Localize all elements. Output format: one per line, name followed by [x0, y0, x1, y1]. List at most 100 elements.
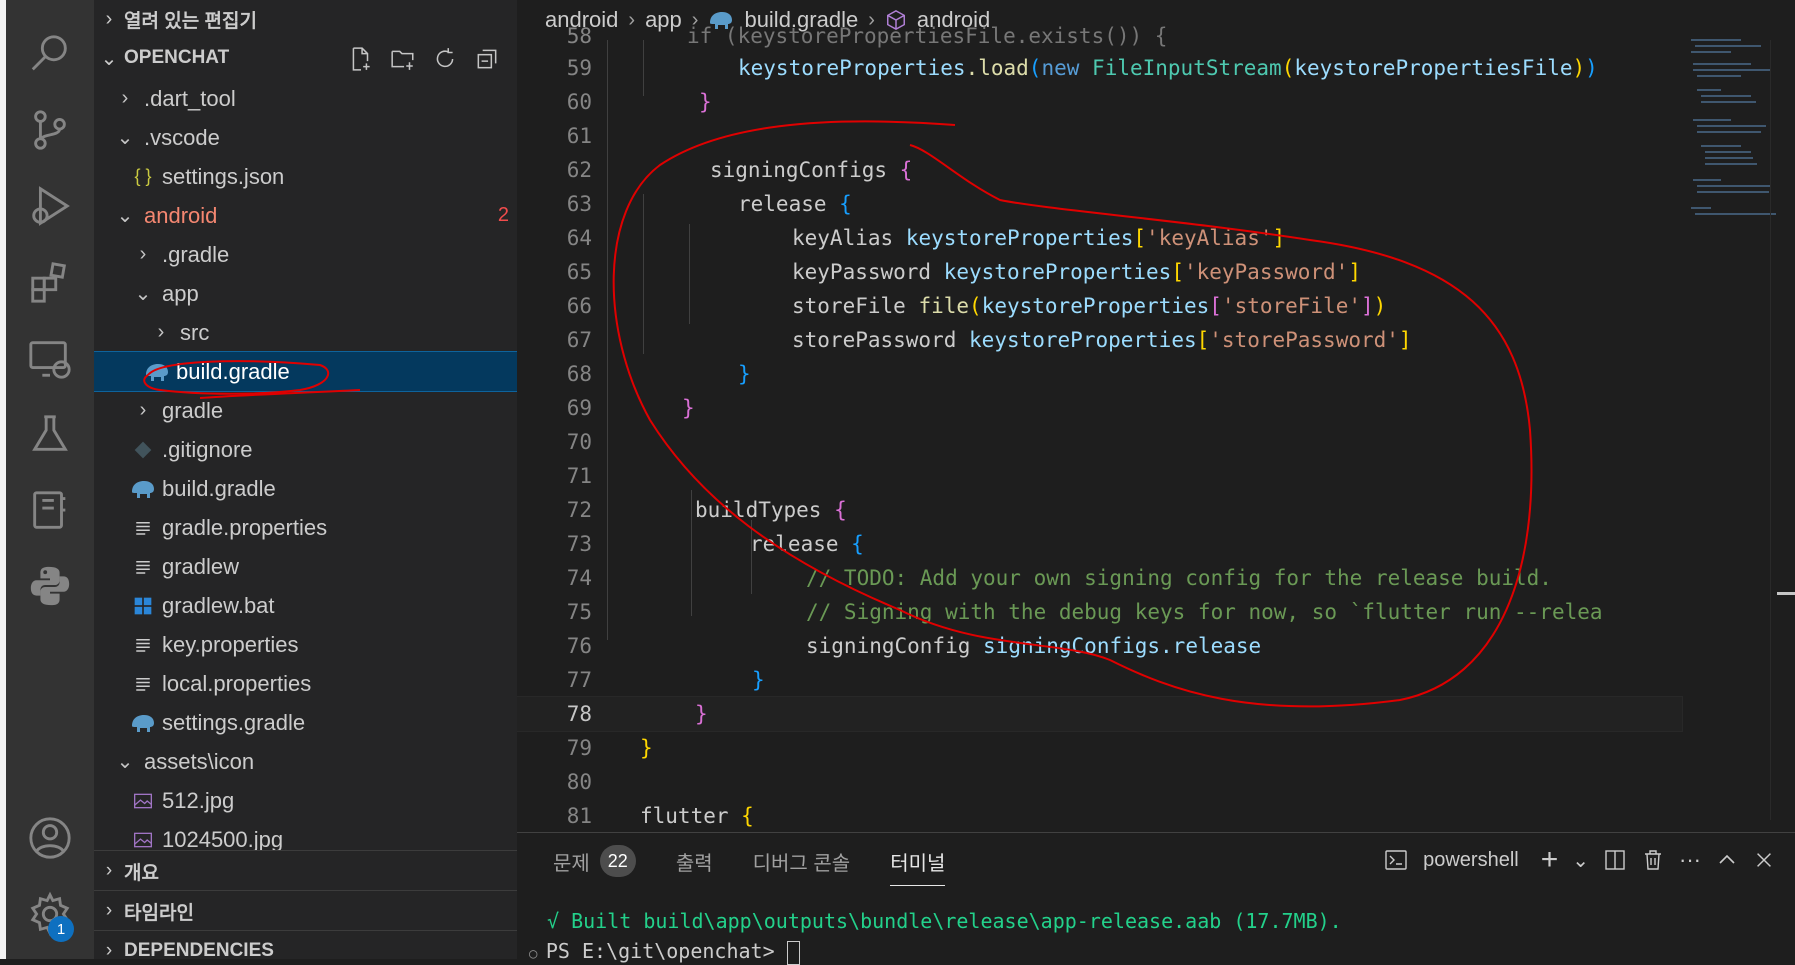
code-text: if (keystorePropertiesFile.exists()) {	[687, 24, 1168, 48]
tree-item[interactable]: build.gradle	[94, 351, 517, 392]
tab-problems[interactable]: 문제 22	[553, 845, 636, 877]
tree-item-label: build.gradle	[162, 475, 276, 501]
close-panel-icon[interactable]	[1753, 849, 1775, 871]
chevron-right-icon: ›	[105, 7, 113, 30]
tree-item[interactable]: ⌄ android 2	[94, 196, 517, 235]
tab-debug-console[interactable]: 디버그 콘솔	[753, 847, 851, 876]
tree-item[interactable]: gradlew.bat	[94, 586, 517, 625]
python-icon[interactable]	[20, 556, 80, 616]
tree-item[interactable]: key.properties	[94, 625, 517, 664]
vertical-scrollbar[interactable]	[1770, 40, 1795, 820]
tree-item[interactable]: 512.jpg	[94, 781, 517, 820]
tree-item-label: local.properties	[162, 670, 312, 696]
chevron-down-icon: ⌄	[100, 47, 118, 70]
text-file-icon	[130, 671, 156, 697]
tree-item[interactable]: gradlew	[94, 547, 517, 586]
line-number: 58	[566, 24, 592, 48]
shell-selector[interactable]: powershell	[1423, 849, 1519, 872]
chevron-down-icon[interactable]: ⌄	[1572, 848, 1589, 873]
line-number: 62	[566, 158, 592, 182]
settings-gear-icon[interactable]: 1	[20, 884, 80, 944]
chevron-right-icon: ›	[121, 87, 129, 109]
tree-item-label: assets\icon	[144, 748, 255, 774]
line-number: 74	[566, 566, 592, 590]
tree-item[interactable]: build.gradle	[94, 469, 517, 508]
tree-item[interactable]: ⌄ app	[94, 274, 517, 313]
testing-flask-icon[interactable]	[20, 404, 80, 464]
more-actions-icon[interactable]: ···	[1679, 847, 1701, 873]
git-diamond-icon	[130, 437, 156, 463]
line-number: 72	[566, 498, 592, 522]
token: 'keyPassword'	[1183, 260, 1349, 284]
notebook-icon[interactable]	[20, 480, 80, 540]
tab-terminal-label: 터미널	[890, 852, 946, 875]
line-number: 63	[566, 192, 592, 216]
json-braces-icon: { }	[134, 166, 152, 186]
tab-output[interactable]: 출력	[676, 847, 713, 876]
search-icon[interactable]	[20, 24, 80, 84]
extensions-icon[interactable]	[20, 252, 80, 312]
plus-icon[interactable]: +	[1541, 843, 1559, 877]
tree-item-label: settings.json	[162, 163, 285, 189]
collapse-all-icon[interactable]	[471, 45, 503, 73]
tree-item[interactable]: › .dart_tool	[94, 79, 517, 118]
prompt-dot-icon: ○	[529, 946, 546, 962]
run-debug-icon[interactable]	[20, 176, 80, 236]
tree-item[interactable]: ⌄ .vscode	[94, 118, 517, 157]
code-line: 81 flutter {	[517, 799, 1682, 832]
maximize-panel-icon[interactable]	[1715, 848, 1739, 872]
token: FileInputStream	[1092, 56, 1282, 80]
chevron-right-icon: ›	[157, 321, 165, 343]
open-editors-header[interactable]: › 열려 있는 편집기	[94, 0, 517, 38]
tree-item[interactable]: local.properties	[94, 664, 517, 703]
tree-item[interactable]: ⌄ assets\icon	[94, 742, 517, 781]
code-line: 77}	[517, 663, 1682, 697]
new-folder-icon[interactable]	[387, 45, 419, 73]
code-editor[interactable]: android › app › build.gradle › android 5…	[517, 0, 1795, 832]
tree-item[interactable]: › gradle	[94, 391, 517, 430]
tree-item[interactable]: › .gradle	[94, 235, 517, 274]
code-line: 58 if (keystorePropertiesFile.exists()) {	[517, 19, 1682, 53]
chevron-down-icon: ⌄	[116, 751, 134, 773]
terminal-prompt-line[interactable]: ○ PS E:\git\openchat>	[529, 939, 800, 965]
code-line: 72 buildTypes {	[517, 493, 1682, 527]
accounts-icon[interactable]	[20, 808, 80, 868]
line-number: 65	[566, 260, 592, 284]
tree-item[interactable]: gradle.properties	[94, 508, 517, 547]
refresh-icon[interactable]	[429, 45, 461, 73]
new-file-icon[interactable]	[345, 45, 377, 73]
split-terminal-icon[interactable]	[1603, 848, 1627, 872]
tree-item[interactable]: .gitignore	[94, 430, 517, 469]
tree-item-label: .dart_tool	[144, 85, 236, 111]
line-number: 70	[566, 430, 592, 454]
source-control-icon[interactable]	[20, 100, 80, 160]
trash-icon[interactable]	[1641, 848, 1665, 872]
current-code-line: 78}	[517, 696, 1683, 732]
tree-item[interactable]: › src	[94, 313, 517, 352]
code-text: keystoreProperties.load(new FileInputStr…	[738, 56, 1598, 80]
dependencies-section-header[interactable]: › DEPENDENCIES	[94, 930, 517, 959]
chevron-down-icon: ⌄	[116, 127, 134, 149]
token: release	[738, 192, 827, 216]
windows-logo-icon	[130, 593, 156, 619]
tree-item-label: app	[162, 280, 199, 306]
code-line: 70	[517, 425, 1682, 459]
token: flutter	[640, 804, 729, 828]
tree-item[interactable]: { } settings.json	[94, 157, 517, 196]
token: keystorePropertiesFile	[1294, 56, 1573, 80]
timeline-label: 타임라인	[124, 902, 194, 924]
code-text: storeFile file(keystoreProperties['store…	[792, 294, 1387, 318]
project-header[interactable]: ⌄ OPENCHAT	[94, 39, 517, 77]
line-number: 59	[566, 56, 592, 80]
token: 'keyAlias'	[1146, 226, 1273, 250]
token: release	[750, 532, 839, 556]
tree-item[interactable]: settings.gradle	[94, 703, 517, 742]
remote-explorer-icon[interactable]	[20, 328, 80, 388]
timeline-section-header[interactable]: › 타임라인	[94, 890, 517, 931]
outline-section-header[interactable]: › 개요	[94, 850, 517, 891]
tab-terminal[interactable]: 터미널	[890, 847, 946, 886]
chevron-right-icon: ›	[139, 243, 147, 265]
code-line: 61	[517, 119, 1682, 153]
token: new	[1041, 56, 1080, 80]
tree-item-label: settings.gradle	[162, 709, 306, 735]
